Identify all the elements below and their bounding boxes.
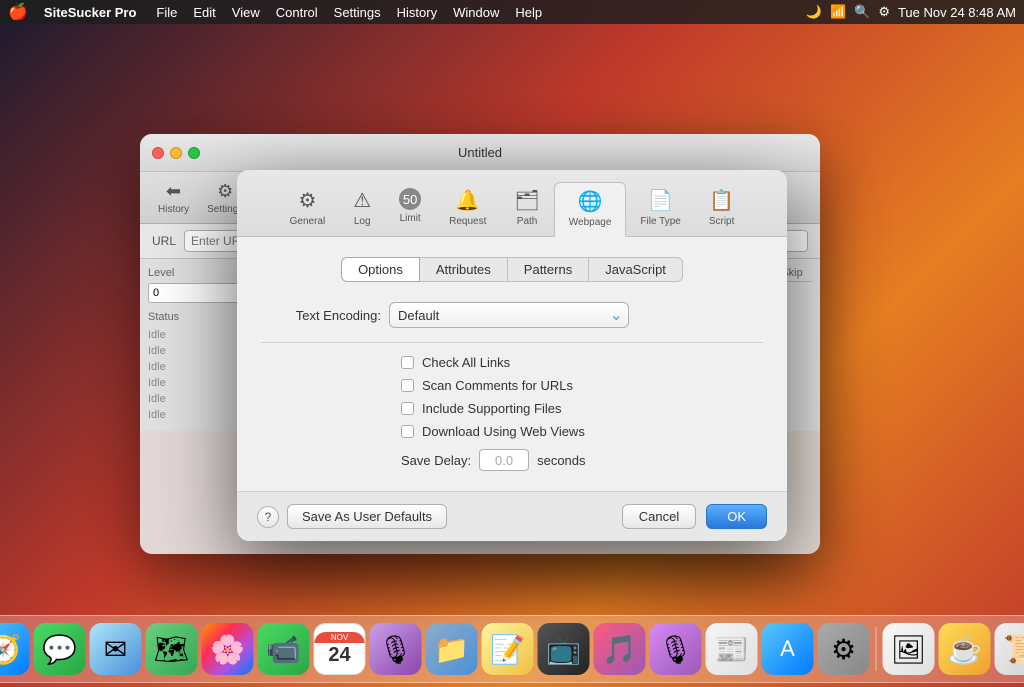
subtab-javascript[interactable]: JavaScript: [589, 257, 683, 282]
footer-right: Cancel OK: [622, 504, 767, 529]
ok-button[interactable]: OK: [706, 504, 767, 529]
scan-comments-row: Scan Comments for URLs: [261, 378, 763, 393]
dock-amphetamine[interactable]: ☕: [939, 623, 991, 675]
tab-path-label: Path: [517, 216, 538, 227]
menubar-settings[interactable]: Settings: [326, 5, 389, 20]
log-tab-icon: ⚠: [353, 188, 371, 213]
menubar-history[interactable]: History: [389, 5, 445, 20]
dock-calendar[interactable]: NOV 24: [314, 623, 366, 675]
dialog-tabs: ⚙ General ⚠ Log 50 Limit 🔔 Request 🗂: [237, 170, 787, 237]
save-delay-input[interactable]: [479, 449, 529, 471]
tab-request[interactable]: 🔔 Request: [435, 182, 500, 236]
tab-log[interactable]: ⚠ Log: [339, 182, 385, 236]
subtab-options[interactable]: Options: [341, 257, 420, 282]
tab-path[interactable]: 🗂 Path: [500, 182, 553, 236]
save-delay-label: Save Delay:: [401, 453, 471, 468]
download-web-views-label: Download Using Web Views: [422, 424, 585, 439]
scan-comments-checkbox[interactable]: [401, 379, 414, 392]
menubar-file[interactable]: File: [148, 5, 185, 20]
menubar-control[interactable]: Control: [268, 5, 326, 20]
tab-webpage-label: Webpage: [569, 217, 612, 228]
subtab-patterns[interactable]: Patterns: [508, 257, 589, 282]
dock-appstore[interactable]: A: [762, 623, 814, 675]
tab-script-label: Script: [709, 216, 735, 227]
filetype-icon: 📄: [648, 188, 673, 213]
menubar-search-icon[interactable]: 🔍: [854, 4, 870, 20]
tab-filetype-label: File Type: [640, 216, 680, 227]
menubar-view[interactable]: View: [224, 5, 268, 20]
dock-facetime[interactable]: 📹: [258, 623, 310, 675]
dock-siri[interactable]: 🎙: [370, 623, 422, 675]
dock-podcasts[interactable]: 🎙: [650, 623, 702, 675]
dock: 🖥 🚀 🧭 💬 ✉ 🗺 🌸 📹 NOV 24 🎙 📁 📝 📺 🎵 🎙 📰 A ⚙…: [0, 615, 1024, 683]
dock-news[interactable]: 📰: [706, 623, 758, 675]
check-all-links-checkbox[interactable]: [401, 356, 414, 369]
dock-appletv[interactable]: 📺: [538, 623, 590, 675]
save-delay-row: Save Delay: seconds: [261, 449, 763, 471]
menubar-controls-icon[interactable]: ⚙: [878, 4, 890, 20]
dock-scripts[interactable]: 📜: [995, 623, 1024, 675]
tab-general[interactable]: ⚙ General: [276, 182, 340, 236]
menubar-edit[interactable]: Edit: [185, 5, 223, 20]
text-encoding-select[interactable]: Default UTF-8 ISO-8859-1: [389, 302, 629, 328]
dock-mail[interactable]: ✉: [90, 623, 142, 675]
download-web-views-row: Download Using Web Views: [261, 424, 763, 439]
limit-icon: 50: [399, 188, 421, 210]
dock-music[interactable]: 🎵: [594, 623, 646, 675]
settings-dialog: ⚙ General ⚠ Log 50 Limit 🔔 Request 🗂: [237, 170, 787, 541]
dock-separator: [876, 627, 877, 671]
dock-messages[interactable]: 💬: [34, 623, 86, 675]
webpage-icon: 🌐: [578, 189, 603, 214]
cancel-button[interactable]: Cancel: [622, 504, 696, 529]
dock-maps[interactable]: 🗺: [146, 623, 198, 675]
tab-webpage[interactable]: 🌐 Webpage: [554, 182, 627, 237]
menubar-help[interactable]: Help: [507, 5, 550, 20]
tab-filetype[interactable]: 📄 File Type: [626, 182, 694, 236]
menubar-app-name[interactable]: SiteSucker Pro: [36, 5, 145, 20]
download-web-views-checkbox[interactable]: [401, 425, 414, 438]
menubar-window[interactable]: Window: [445, 5, 507, 20]
check-all-links-label: Check All Links: [422, 355, 510, 370]
dock-notes[interactable]: 📝: [482, 623, 534, 675]
dialog-footer: ? Save As User Defaults Cancel OK: [237, 491, 787, 541]
menubar-moon-icon: 🌙: [806, 4, 822, 20]
save-delay-unit: seconds: [537, 453, 585, 468]
script-icon: 📋: [709, 188, 734, 213]
dialog-overlay: ⚙ General ⚠ Log 50 Limit 🔔 Request 🗂: [0, 24, 1024, 687]
tab-script[interactable]: 📋 Script: [695, 182, 749, 236]
text-encoding-label: Text Encoding:: [261, 308, 381, 323]
menubar-time: Tue Nov 24 8:48 AM: [898, 5, 1016, 20]
text-encoding-select-container: Default UTF-8 ISO-8859-1 ⌄: [389, 302, 629, 328]
subtab-attributes[interactable]: Attributes: [420, 257, 508, 282]
text-encoding-row: Text Encoding: Default UTF-8 ISO-8859-1 …: [261, 302, 763, 328]
help-button[interactable]: ?: [257, 506, 279, 528]
scan-comments-label: Scan Comments for URLs: [422, 378, 573, 393]
menubar-wifi-icon: 📶: [830, 4, 846, 20]
include-supporting-files-row: Include Supporting Files: [261, 401, 763, 416]
tab-log-label: Log: [354, 216, 371, 227]
dock-safari[interactable]: 🧭: [0, 623, 30, 675]
dialog-body: Options Attributes Patterns JavaScript T…: [237, 237, 787, 491]
menubar: 🍎 SiteSucker Pro File Edit View Control …: [0, 0, 1024, 24]
include-supporting-files-checkbox[interactable]: [401, 402, 414, 415]
sub-tabs: Options Attributes Patterns JavaScript: [261, 257, 763, 282]
tab-limit[interactable]: 50 Limit: [385, 182, 435, 236]
divider: [261, 342, 763, 343]
save-defaults-button[interactable]: Save As User Defaults: [287, 504, 447, 529]
apple-menu[interactable]: 🍎: [8, 2, 28, 22]
check-all-links-row: Check All Links: [261, 355, 763, 370]
dock-files[interactable]: 📁: [426, 623, 478, 675]
tab-limit-label: Limit: [400, 213, 421, 224]
path-icon: 🗂: [514, 188, 539, 213]
general-icon: ⚙: [298, 188, 316, 213]
request-icon: 🔔: [455, 188, 480, 213]
dock-sysprefs[interactable]: ⚙: [818, 623, 870, 675]
desktop: Untitled ⬅ History ⚙ Settings ≡ Queue ⚠ …: [0, 24, 1024, 687]
dock-photos[interactable]: 🌸: [202, 623, 254, 675]
tab-request-label: Request: [449, 216, 486, 227]
tab-general-label: General: [290, 216, 326, 227]
dock-preview[interactable]: 🖼: [883, 623, 935, 675]
include-supporting-files-label: Include Supporting Files: [422, 401, 561, 416]
